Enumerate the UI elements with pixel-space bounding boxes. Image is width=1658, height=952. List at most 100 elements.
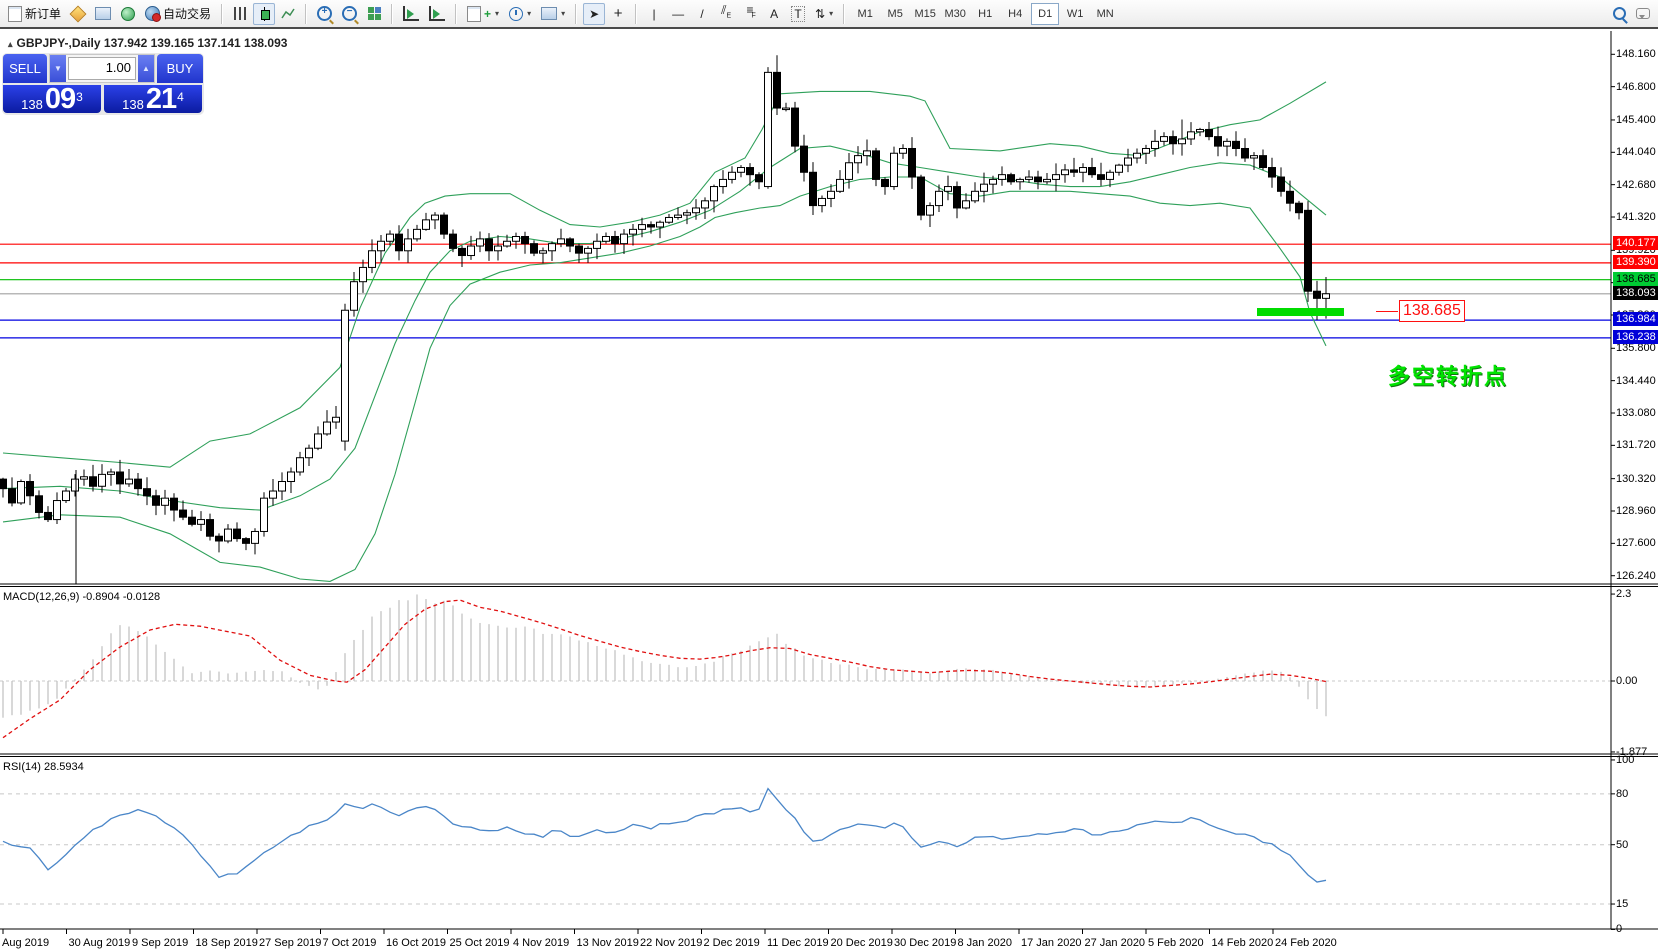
candle-body <box>170 497 178 511</box>
timeframe-h4[interactable]: H4 <box>1001 3 1029 25</box>
candle-body <box>548 243 556 252</box>
label-tool[interactable]: T <box>787 3 809 25</box>
buy-button[interactable]: BUY <box>157 54 203 83</box>
candle-body <box>197 519 205 525</box>
search-button[interactable] <box>1608 3 1630 25</box>
candlestick-chart-button[interactable] <box>253 2 276 25</box>
chat-button[interactable] <box>1632 3 1654 25</box>
line-chart-button[interactable] <box>277 3 299 25</box>
volume-up-button[interactable]: ▲ <box>138 55 154 82</box>
publish-button[interactable] <box>91 3 115 25</box>
chart-canvas[interactable] <box>0 31 1658 952</box>
price-axis-label: 144.040 <box>1616 146 1656 159</box>
candle-body <box>413 228 421 240</box>
candle-body <box>818 197 826 207</box>
buy-price[interactable]: 138 21 4 <box>104 85 202 114</box>
rsi-axis-label: 50 <box>1616 838 1629 851</box>
candle-body <box>1106 171 1114 180</box>
chart-shift-button[interactable] <box>425 3 449 25</box>
candle-body <box>944 186 952 192</box>
cursor-tool-button[interactable]: ➤ <box>583 2 606 25</box>
arrows-tool[interactable]: ⇅ ▾ <box>811 3 837 25</box>
sell-price[interactable]: 138 09 3 <box>3 85 101 114</box>
timeframe-m30[interactable]: M30 <box>941 3 969 25</box>
volume-down-button[interactable]: ▼ <box>50 55 66 82</box>
candle-body <box>62 490 70 502</box>
candle-body <box>305 447 313 459</box>
candle-body <box>701 200 709 209</box>
rsi-axis-label: 80 <box>1616 787 1629 800</box>
zoom-out-button[interactable]: − <box>338 3 361 25</box>
timeframe-w1[interactable]: W1 <box>1061 3 1089 25</box>
volume-input[interactable]: 1.00 <box>68 57 136 80</box>
channel-tool[interactable]: ⫽E <box>715 3 737 25</box>
candle-body <box>926 205 934 216</box>
volume-stepper: ▼ 1.00 ▲ <box>49 54 155 83</box>
candle-body <box>863 150 871 157</box>
candle-body <box>989 178 997 185</box>
trendline-tool[interactable]: / <box>691 3 713 25</box>
candle-body <box>899 147 907 154</box>
metaquotes-button[interactable] <box>67 3 89 25</box>
crosshair-tool-button[interactable]: + <box>607 3 629 25</box>
candle-body <box>1142 147 1150 154</box>
zoom-in-button[interactable]: + <box>313 3 336 25</box>
candle-body <box>323 421 331 435</box>
bollinger-middle-band <box>2 145 1327 511</box>
channel-icon: ⫽E <box>721 3 732 20</box>
bar-chart-button[interactable] <box>229 3 251 25</box>
timeframe-h1[interactable]: H1 <box>971 3 999 25</box>
price-level-tag-140.177: 140.177 <box>1613 236 1658 251</box>
candle-body <box>440 214 448 235</box>
timeframe-m1[interactable]: M1 <box>851 3 879 25</box>
candle-body <box>719 178 727 188</box>
candle-body <box>296 457 304 473</box>
timeframe-d1[interactable]: D1 <box>1031 2 1060 25</box>
price-tag-leader-line <box>1376 311 1398 312</box>
new-order-button[interactable]: 新订单 <box>4 3 65 25</box>
price-level-tag-139.390: 139.390 <box>1613 254 1658 269</box>
candle-body <box>935 190 943 207</box>
timeframe-m5[interactable]: M5 <box>881 3 909 25</box>
timeframe-mn[interactable]: MN <box>1091 3 1119 25</box>
price-level-tag-138.685: 138.685 <box>1613 271 1658 286</box>
vertical-line-tool[interactable]: | <box>643 3 665 25</box>
candle-body <box>827 190 835 199</box>
candle-body <box>1016 178 1024 183</box>
indicators-button[interactable]: + ▾ <box>463 3 503 25</box>
timeframe-m15[interactable]: M15 <box>911 3 939 25</box>
highlight-bar-object[interactable] <box>1257 308 1344 316</box>
candle-body <box>1232 140 1240 149</box>
separator <box>635 3 638 24</box>
candle-body <box>665 216 673 223</box>
tile-windows-button[interactable] <box>363 3 385 25</box>
text-tool[interactable]: A <box>763 3 785 25</box>
collapse-icon[interactable]: ▴ <box>8 39 13 49</box>
date-axis-label: 24 Feb 2020 <box>1275 937 1337 949</box>
text-icon: A <box>770 6 779 21</box>
date-axis-label: 13 Nov 2019 <box>576 937 639 949</box>
candle-body <box>1178 138 1186 145</box>
add-indicator-icon <box>467 5 482 22</box>
autotrade-button[interactable]: 自动交易 <box>141 3 215 25</box>
turning-point-annotation[interactable]: 多空转折点 <box>1388 359 1508 391</box>
candle-body <box>539 250 547 254</box>
fibonacci-tool[interactable]: ≡F <box>739 3 761 25</box>
date-axis-label: 16 Oct 2019 <box>386 937 446 949</box>
periods-button[interactable]: ▾ <box>505 3 535 25</box>
candle-body <box>1277 176 1285 192</box>
templates-button[interactable]: ▾ <box>537 3 569 25</box>
sell-button[interactable]: SELL <box>3 54 47 83</box>
candle-body <box>971 190 979 202</box>
chart-area[interactable]: ▴ GBPJPY-,Daily 137.942 139.165 137.141 1… <box>0 31 1658 952</box>
horizontal-line-tool[interactable]: — <box>667 3 689 25</box>
candle-body <box>1286 190 1294 204</box>
news-button[interactable] <box>117 3 139 25</box>
auto-scroll-button[interactable] <box>399 3 423 25</box>
cursor-icon: ➤ <box>589 6 600 21</box>
price-tag-label[interactable]: 138.685 <box>1399 300 1465 322</box>
candle-body <box>125 478 133 485</box>
candle-body <box>233 528 241 540</box>
candle-body <box>1025 176 1033 180</box>
main-chart-panel[interactable] <box>0 55 1611 584</box>
